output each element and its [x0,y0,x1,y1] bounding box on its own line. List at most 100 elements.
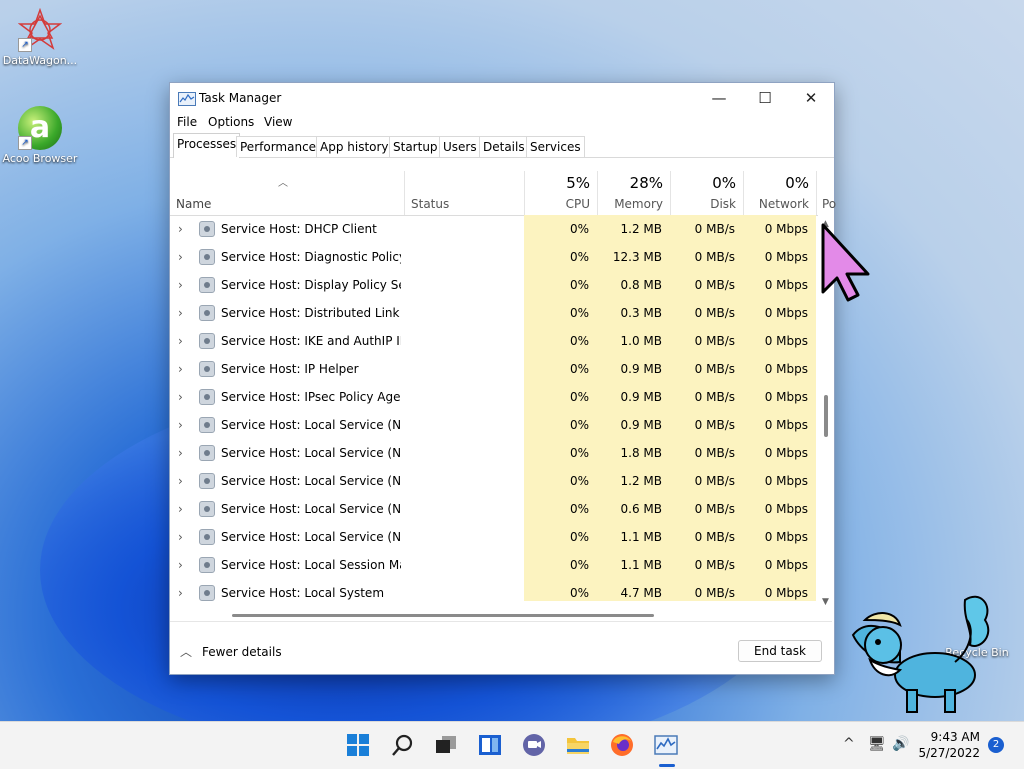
disk-cell: 0 MB/s [670,271,743,299]
volume-icon[interactable]: 🔊 [892,736,909,752]
expand-chevron-icon[interactable]: › [178,355,183,383]
maximize-button[interactable]: ☐ [742,83,788,113]
scroll-down-icon[interactable]: ▼ [822,597,829,607]
table-row[interactable]: › Service Host: Local Service (Net... 0%0.… [170,411,818,439]
table-row[interactable]: › Service Host: Local Service (No ... 0%1.… [170,523,818,551]
chat-icon[interactable] [521,732,547,758]
horizontal-scroll-thumb[interactable] [232,614,654,617]
expand-chevron-icon[interactable]: › [178,495,183,523]
service-host-icon [199,333,215,349]
tab-startup[interactable]: Startup [389,136,442,157]
tab-app-history[interactable]: App history [316,136,393,157]
cpu-cell: 0% [524,467,597,495]
table-row[interactable]: › Service Host: Local Service (Net... 0%0.… [170,495,818,523]
expand-chevron-icon[interactable]: › [178,579,183,601]
table-row[interactable]: › Service Host: Local Session Man... 0%1.1… [170,551,818,579]
expand-chevron-icon[interactable]: › [178,467,183,495]
close-button[interactable]: ✕ [788,83,834,113]
process-name: Service Host: Local Service (Net... [221,418,401,432]
table-row[interactable]: › Service Host: IP Helper 0% 0.9 MB 0 MB/s 0 … [170,355,818,383]
tab-users[interactable]: Users [439,136,481,157]
table-row[interactable]: › Service Host: IPsec Policy Agent 0% 0.9 M… [170,383,818,411]
network-cell: 0 Mbps [743,495,816,523]
column-header-status[interactable]: Status [404,171,525,215]
search-icon[interactable] [390,732,416,758]
file-explorer-icon[interactable] [565,732,591,758]
memory-cell: 4.7 MB [597,579,670,601]
disk-cell: 0 MB/s [670,383,743,411]
column-header-power[interactable]: Po [816,171,836,215]
table-row[interactable]: ›Service Host: Display Policy Serv...0%0… [170,271,818,299]
network-cell: 0 Mbps [743,215,816,243]
network-cell: 0 Mbps [743,355,816,383]
column-header-network[interactable]: 0% Network [743,171,817,215]
task-view-icon[interactable] [433,732,459,758]
expand-chevron-icon[interactable]: › [178,299,183,327]
expand-chevron-icon[interactable]: › [178,327,183,355]
tab-performance[interactable]: Performance [236,136,321,157]
vertical-scroll-thumb[interactable] [824,395,828,437]
end-task-button[interactable]: End task [738,640,822,662]
disk-cell: 0 MB/s [670,495,743,523]
horizontal-scrollbar[interactable] [170,609,818,621]
column-label: Network [758,197,809,211]
disk-cell: 0 MB/s [670,551,743,579]
disk-cell: 0 MB/s [670,411,743,439]
desktop-icon-acoo-browser[interactable]: a ↗ Acoo Browser [0,106,80,165]
network-cell: 0 Mbps [743,383,816,411]
menu-file[interactable]: File [177,115,197,129]
firefox-icon[interactable] [609,732,635,758]
expand-chevron-icon[interactable]: › [178,271,183,299]
table-row[interactable]: ›Service Host: Distributed Link Tr...0%0… [170,299,818,327]
column-header-name[interactable]: Name [170,171,404,215]
column-header-cpu[interactable]: 5% CPU [524,171,598,215]
tray-overflow-chevron-icon[interactable]: ^ [843,736,855,752]
windows-start-icon[interactable] [345,732,371,758]
notification-badge[interactable]: 2 [988,737,1004,753]
memory-cell: 1.2 MB [597,215,670,243]
expand-chevron-icon[interactable]: › [178,551,183,579]
tab-services[interactable]: Services [526,136,585,157]
column-header-disk[interactable]: 0% Disk [670,171,744,215]
table-row[interactable]: › Service Host: Local Service (Net... 0%1.… [170,439,818,467]
desktop-icon-datawagon[interactable]: ↗ DataWagon... [0,7,80,67]
expand-chevron-icon[interactable]: › [178,383,183,411]
expand-chevron-icon[interactable]: › [178,439,183,467]
title-bar[interactable]: Task Manager — ☐ ✕ [170,83,834,113]
cpu-cell: 0% [524,579,597,601]
memory-cell: 0.3 MB [597,299,670,327]
minimize-button[interactable]: — [696,83,742,113]
tab-processes[interactable]: Processes [173,133,241,158]
menu-view[interactable]: View [264,115,292,129]
desktop-icon-label: Acoo Browser [2,152,78,165]
memory-cell: 0.8 MB [597,271,670,299]
column-label: Memory [614,197,663,211]
column-label: Status [411,197,450,211]
cpu-cell: 0% [524,271,597,299]
table-row[interactable]: › Service Host: Local System 0% 4.7 MB 0 MB/… [170,579,818,601]
expand-chevron-icon[interactable]: › [178,411,183,439]
network-cell: 0 Mbps [743,411,816,439]
expand-chevron-icon[interactable]: › [178,215,183,243]
acoo-browser-icon: a ↗ [18,106,62,150]
memory-cell: 1.1 MB [597,551,670,579]
process-name: Service Host: IP Helper [221,362,359,376]
expand-chevron-icon[interactable]: › [178,243,183,271]
menu-options[interactable]: Options [208,115,254,129]
tab-details[interactable]: Details [479,136,529,157]
expand-chevron-icon[interactable]: › [178,523,183,551]
table-row[interactable]: › Service Host: IKE and AuthIP IPs... 0%1.… [170,327,818,355]
task-manager-icon[interactable] [653,732,679,758]
fewer-details-button[interactable]: ︿ Fewer details [180,643,282,660]
table-row[interactable]: › Service Host: DHCP Client 0% 1.2 MB 0 MB/s… [170,215,818,243]
network-cell: 0 Mbps [743,467,816,495]
network-icon[interactable]: 🖥 [868,736,886,752]
column-header-memory[interactable]: 28% Memory [597,171,671,215]
disk-cell: 0 MB/s [670,579,743,601]
memory-cell: 12.3 MB [597,243,670,271]
system-clock[interactable]: 9:43 AM 5/27/2022 [918,729,980,761]
widgets-icon[interactable] [477,732,503,758]
table-row[interactable]: › Service Host: Local Service (Net... 0%1.… [170,467,818,495]
table-row[interactable]: › Service Host: Diagnostic Policy ... 0%12… [170,243,818,271]
mouse-cursor-icon [821,223,870,302]
